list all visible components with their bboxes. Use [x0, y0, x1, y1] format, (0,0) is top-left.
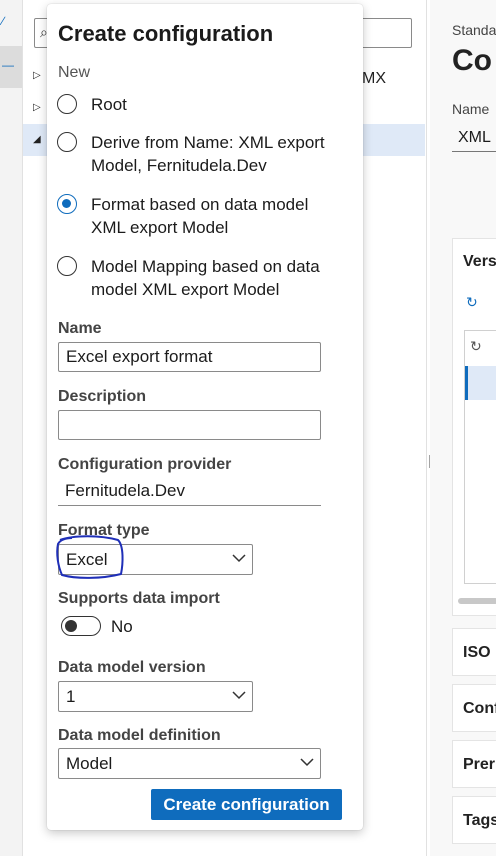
option-derive[interactable]: Derive from Name: XML export Model, Fern…: [57, 132, 353, 180]
tree-item-label: MX: [362, 70, 386, 87]
grid-refresh-icon[interactable]: ↻: [470, 338, 482, 355]
tree-expand-icon[interactable]: ▷: [33, 70, 41, 81]
tree-collapse-icon[interactable]: ◢: [33, 134, 41, 145]
filter-icon[interactable]: ∕: [2, 14, 4, 28]
toggle-knob: [65, 619, 77, 632]
chevron-down-icon: [300, 758, 314, 767]
provider-value: Fernitudela.Dev: [58, 476, 321, 506]
dialog-title: Create configuration: [58, 21, 274, 46]
option-label: Format based on data model XML export Mo…: [91, 195, 309, 237]
versions-header[interactable]: Vers: [463, 253, 496, 271]
supports-import-label: Supports data import: [58, 590, 220, 607]
option-label: Root: [91, 95, 127, 114]
format-type-value: Excel: [66, 550, 108, 569]
radio-button[interactable]: [57, 94, 77, 114]
conf-card[interactable]: Conf: [452, 684, 496, 732]
create-configuration-button[interactable]: Create configuration: [151, 789, 342, 820]
option-format[interactable]: Format based on data model XML export Mo…: [57, 194, 353, 242]
option-model-mapping[interactable]: Model Mapping based on data model XML ex…: [57, 256, 353, 304]
tree-expand-icon[interactable]: ▷: [33, 102, 41, 113]
model-definition-label: Data model definition: [58, 727, 221, 744]
provider-label: Configuration provider: [58, 456, 232, 473]
chevron-down-icon: [232, 691, 246, 700]
tags-card[interactable]: Tags: [452, 796, 496, 844]
tags-tab-label: Tags: [463, 812, 496, 829]
chevron-down-icon: [232, 554, 246, 563]
create-configuration-dialog: Create configuration New Root Derive fro…: [47, 4, 363, 830]
option-label: Model Mapping based on data model XML ex…: [91, 257, 320, 299]
option-label: Derive from Name: XML export Model, Fern…: [91, 133, 325, 175]
format-type-select[interactable]: Excel: [58, 544, 253, 575]
new-section-label: New: [58, 64, 91, 81]
grid-selected-row[interactable]: [465, 366, 496, 400]
name-input[interactable]: Excel export format: [58, 342, 321, 372]
name-label: Name: [58, 320, 102, 337]
model-version-value: 1: [66, 687, 76, 706]
supports-import-toggle[interactable]: [61, 616, 101, 636]
conf-tab-label: Conf: [463, 700, 496, 717]
name-label: Name: [452, 101, 490, 117]
model-version-select[interactable]: 1: [58, 681, 253, 712]
radio-button[interactable]: [57, 132, 77, 152]
description-label: Description: [58, 388, 147, 405]
prer-tab-label: Prer: [463, 756, 496, 773]
radio-button[interactable]: [57, 256, 77, 276]
model-definition-value: Model: [66, 754, 113, 773]
refresh-link-icon[interactable]: ↻: [466, 294, 478, 311]
pane-splitter[interactable]: [426, 0, 427, 856]
option-root[interactable]: Root: [57, 94, 353, 118]
name-field[interactable]: XML: [452, 124, 496, 152]
model-version-label: Data model version: [58, 659, 206, 676]
navigation-rail: [0, 0, 23, 856]
details-pane: Standa Co Name XML Vers ↻ ↻ ISO Conf Pre…: [430, 0, 496, 856]
toggle-state-text: No: [111, 617, 133, 636]
iso-tab-label: ISO: [463, 644, 491, 661]
horizontal-scrollbar[interactable]: [458, 598, 496, 604]
page-title: Co: [452, 44, 492, 77]
list-icon[interactable]: —: [2, 58, 14, 72]
description-input[interactable]: [58, 410, 321, 440]
radio-button-selected[interactable]: [57, 194, 77, 214]
breadcrumb: Standa: [452, 22, 496, 38]
iso-card[interactable]: ISO: [452, 628, 496, 676]
model-definition-select[interactable]: Model: [58, 748, 321, 779]
format-type-label: Format type: [58, 522, 150, 539]
prer-card[interactable]: Prer: [452, 740, 496, 788]
